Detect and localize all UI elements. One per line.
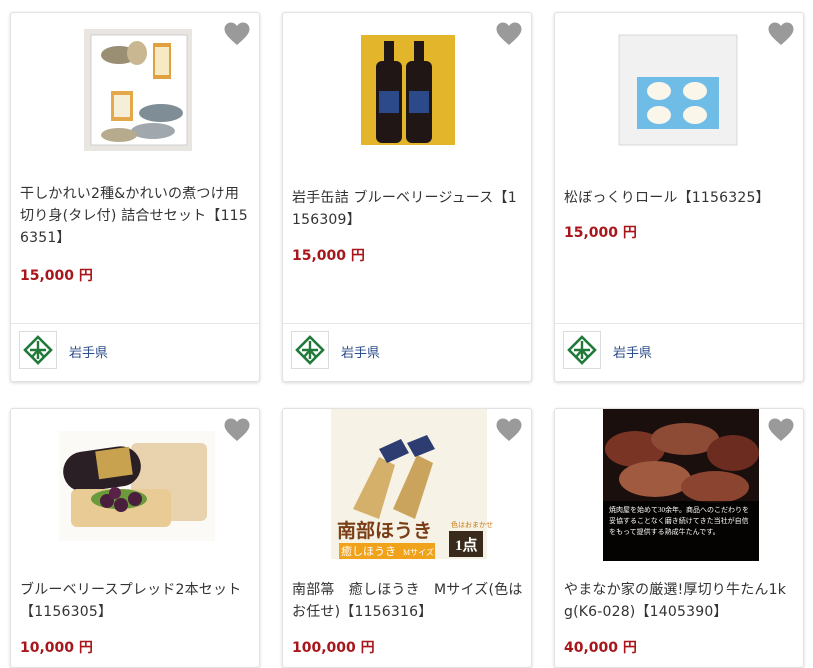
product-price: 40,000 円	[564, 640, 637, 656]
image-caption-text: 焼肉屋を始めて30余年。商品へのこだわりを妥協することなく磨き続けてきた当社が自…	[609, 506, 749, 536]
favorite-heart-icon[interactable]	[495, 21, 523, 47]
image-count-text: 1点	[455, 537, 478, 554]
product-card[interactable]: 干しかれい2種&かれいの煮つけ用切り身(タレ付) 詰合せセット【1156351】…	[10, 12, 260, 382]
product-card[interactable]: 焼肉屋を始めて30余年。商品へのこだわりを妥協することなく磨き続けてきた当社が自…	[554, 408, 804, 668]
product-image[interactable]: 焼肉屋を始めて30余年。商品へのこだわりを妥協することなく磨き続けてきた当社が自…	[555, 409, 803, 569]
prefecture-emblem-icon	[19, 331, 57, 369]
prefecture-link[interactable]: 岩手県	[69, 342, 108, 361]
image-note-text: 色はおまかせ	[451, 520, 493, 529]
product-price: 15,000 円	[20, 268, 93, 284]
product-title[interactable]: 岩手缶詰 ブルーベリージュース【1156309】	[292, 187, 523, 231]
favorite-heart-icon[interactable]	[223, 21, 251, 47]
product-image[interactable]	[11, 13, 259, 173]
image-brand-text: 南部ほうき	[337, 519, 432, 542]
product-card[interactable]: 南部ほうき 癒しほうき Mサイズ 色はおまかせ 1点 南部箒 癒しほうき Mサイ…	[282, 408, 532, 668]
product-title[interactable]: ブルーベリースプレッド2本セット【1156305】	[20, 579, 251, 623]
product-image[interactable]: 南部ほうき 癒しほうき Mサイズ 色はおまかせ 1点	[283, 409, 531, 569]
card-footer: 岩手県	[11, 323, 259, 381]
product-card[interactable]: 松ぼっくりロール【1156325】 15,000 円 岩手県	[554, 12, 804, 382]
product-card[interactable]: 岩手缶詰 ブルーベリージュース【1156309】 15,000 円 岩手県	[282, 12, 532, 382]
product-price: 15,000 円	[564, 225, 637, 241]
product-title[interactable]: 干しかれい2種&かれいの煮つけ用切り身(タレ付) 詰合せセット【1156351】	[20, 183, 251, 249]
product-price: 10,000 円	[20, 640, 93, 656]
prefecture-emblem-icon	[291, 331, 329, 369]
image-size-text: Mサイズ	[403, 547, 434, 557]
prefecture-link[interactable]: 岩手県	[613, 342, 652, 361]
product-card[interactable]: ブルーベリースプレッド2本セット【1156305】 10,000 円	[10, 408, 260, 668]
product-title[interactable]: やまなか家の厳選!厚切り牛たん1kg(K6-028)【1405390】	[564, 579, 795, 623]
favorite-heart-icon[interactable]	[495, 417, 523, 443]
product-image[interactable]	[11, 409, 259, 569]
prefecture-emblem-icon	[563, 331, 601, 369]
card-footer: 岩手県	[555, 323, 803, 381]
product-price: 15,000 円	[292, 248, 365, 264]
card-footer: 岩手県	[283, 323, 531, 381]
product-image[interactable]	[283, 13, 531, 173]
product-title[interactable]: 松ぼっくりロール【1156325】	[564, 187, 795, 209]
favorite-heart-icon[interactable]	[767, 21, 795, 47]
product-title[interactable]: 南部箒 癒しほうき Mサイズ(色はお任せ)【1156316】	[292, 579, 523, 623]
product-image[interactable]	[555, 13, 803, 173]
favorite-heart-icon[interactable]	[223, 417, 251, 443]
favorite-heart-icon[interactable]	[767, 417, 795, 443]
product-price: 100,000 円	[292, 640, 375, 656]
image-sub-text: 癒しほうき	[341, 544, 396, 558]
prefecture-link[interactable]: 岩手県	[341, 342, 380, 361]
